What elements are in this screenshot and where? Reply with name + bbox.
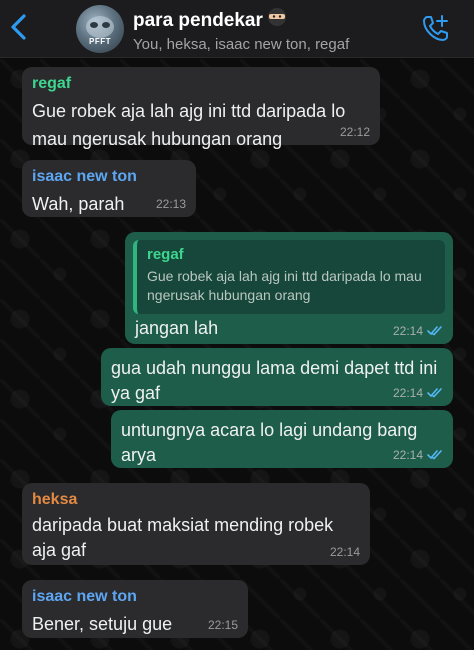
message-time: 22:14 xyxy=(393,324,443,338)
call-add-icon xyxy=(423,15,448,41)
group-name: para pendekar xyxy=(133,10,263,31)
chevron-left-icon xyxy=(11,14,26,40)
message-time: 22:14 xyxy=(393,386,443,400)
message-bubble[interactable]: gua udah nunggu lama demi dapet ttd ini … xyxy=(101,348,453,406)
sender-name: heksa xyxy=(32,491,78,508)
quote-text: Gue robek aja lah ajg ini ttd daripada l… xyxy=(147,268,422,303)
chat-header: PFFT para pendekar You, heksa, isaac new… xyxy=(0,0,474,58)
sender-name: isaac new ton xyxy=(32,588,137,605)
time-text: 22:14 xyxy=(392,324,423,338)
message-time: 22:13 xyxy=(155,197,186,211)
time-text: 22:14 xyxy=(392,386,423,400)
call-button[interactable] xyxy=(420,12,452,44)
message-time: 22:14 xyxy=(329,545,360,559)
double-check-icon xyxy=(427,450,442,460)
chat-title-area[interactable]: para pendekar You, heksa, isaac new ton,… xyxy=(133,6,403,53)
ninja-emoji-icon xyxy=(267,8,286,26)
quote-author: regaf xyxy=(147,246,184,263)
message-bubble[interactable]: isaac new ton Bener, setuju gue 22:15 xyxy=(22,580,248,638)
group-avatar[interactable]: PFFT xyxy=(76,5,124,53)
message-time: 22:12 xyxy=(339,125,370,139)
message-time: 22:14 xyxy=(393,448,443,462)
double-check-icon xyxy=(427,326,442,336)
double-check-icon xyxy=(427,388,442,398)
message-text: Gue robek aja lah ajg ini ttd daripada l… xyxy=(32,101,346,149)
message-bubble[interactable]: untungnya acara lo lagi undang bang arya… xyxy=(111,410,453,468)
message-text: jangan lah xyxy=(135,318,219,338)
group-members: You, heksa, isaac new ton, regaf xyxy=(133,36,350,53)
back-button[interactable] xyxy=(6,10,32,44)
quoted-message[interactable]: regaf Gue robek aja lah ajg ini ttd dari… xyxy=(133,240,445,314)
group-title: para pendekar xyxy=(133,6,403,32)
sender-name: isaac new ton xyxy=(32,168,137,185)
time-text: 22:14 xyxy=(392,448,423,462)
message-bubble[interactable]: regaf Gue robek aja lah ajg ini ttd dari… xyxy=(22,67,380,149)
message-text: daripada buat maksiat mending robek aja … xyxy=(32,515,334,560)
sender-name: regaf xyxy=(32,75,72,92)
message-bubble[interactable]: isaac new ton Wah, parah 22:13 xyxy=(22,160,196,217)
message-bubble[interactable]: regaf Gue robek aja lah ajg ini ttd dari… xyxy=(125,232,453,344)
message-bubble[interactable]: heksa daripada buat maksiat mending robe… xyxy=(22,483,370,565)
message-time: 22:15 xyxy=(207,618,238,632)
avatar-text: PFFT xyxy=(89,37,111,46)
